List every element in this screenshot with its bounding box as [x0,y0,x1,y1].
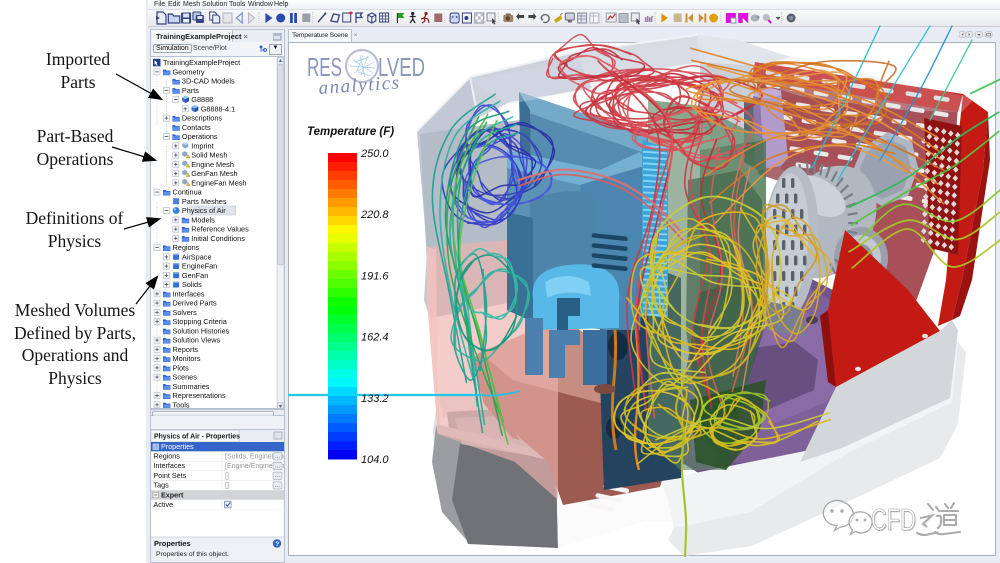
svg-text:220.8: 220.8 [360,209,389,221]
svg-text:...: ... [275,473,280,479]
svg-text:Temperature (F): Temperature (F) [307,126,394,138]
svg-text:×: × [231,434,235,441]
svg-text:Active: Active [154,500,174,509]
svg-text:Properties of this object.: Properties of this object. [156,551,229,558]
svg-text:Expert: Expert [161,490,184,499]
svg-text:Properties: Properties [154,539,191,548]
svg-text:104.0: 104.0 [361,454,389,466]
svg-text:Interfaces: Interfaces [154,461,186,470]
svg-text:Properties: Properties [161,442,194,451]
svg-text:[]: [] [225,473,229,480]
svg-text:...: ... [275,454,280,460]
svg-text:...: ... [275,483,280,489]
svg-text:191.6: 191.6 [361,270,389,282]
svg-text:G8888-4:1: G8888-4:1 [201,104,235,113]
svg-text:Tags: Tags [154,481,170,490]
svg-text:?: ? [275,541,279,548]
svg-text:[]: [] [225,483,229,490]
svg-text:...: ... [275,464,280,470]
svg-text:Physics of Air - Properties: Physics of Air - Properties [154,434,240,441]
svg-text:CFD: CFD [871,502,916,537]
svg-text:250.0: 250.0 [360,148,389,160]
svg-text:133.2: 133.2 [361,393,389,405]
svg-text:162.4: 162.4 [361,332,389,344]
svg-text:Regions: Regions [154,452,181,461]
svg-text:Point Sets: Point Sets [154,471,187,480]
svg-text:analytics: analytics [318,72,401,99]
